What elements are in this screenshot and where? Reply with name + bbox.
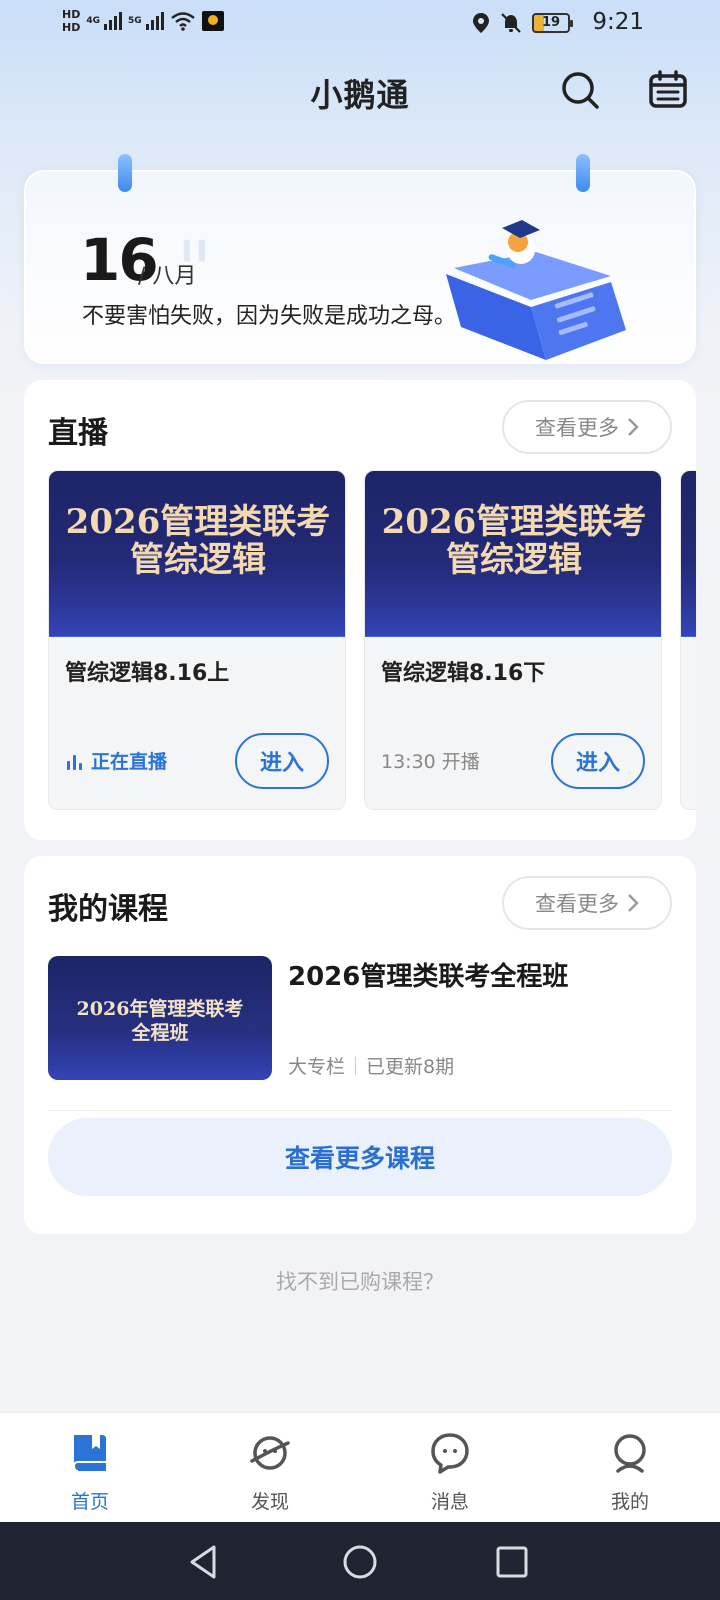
- meta-separator: [355, 1056, 357, 1075]
- live-thumbnail: 2026管理类联考 管综逻辑: [365, 471, 661, 637]
- live-status-text: 正在直播: [91, 751, 168, 773]
- book-illustration-icon: [446, 220, 626, 360]
- tab-profile[interactable]: 我的: [540, 1413, 720, 1523]
- app-title: 小鹅通: [310, 76, 410, 114]
- live-thumbnail: 2026管理类联考 管综逻辑: [49, 471, 345, 637]
- course-type: 大专栏: [288, 1056, 346, 1078]
- live-more-button[interactable]: 查看更多: [502, 400, 672, 454]
- hd-label-1: HD: [62, 8, 81, 21]
- status-left: HD HD 4G 5G: [62, 8, 224, 34]
- profile-icon: [614, 1434, 646, 1473]
- network-type-2: 5G: [128, 16, 142, 26]
- thumb-title-line2: 管综逻辑: [130, 540, 266, 580]
- tab-discover[interactable]: 发现: [180, 1413, 360, 1523]
- thumb-title-line1: 2026管理类联考: [381, 502, 647, 542]
- live-status-text: 13:30 开播: [381, 751, 480, 773]
- tab-home[interactable]: 首页: [0, 1413, 180, 1523]
- home-book-icon: [72, 1435, 106, 1472]
- courses-section-title: 我的课程: [48, 892, 168, 927]
- hd-label-2: HD: [62, 21, 81, 34]
- live-carousel[interactable]: 2026管理类联考 管综逻辑 管综逻辑8.16上 正在直播 进入 2026管理类…: [48, 470, 696, 810]
- course-meta: 大专栏 已更新8期: [288, 1052, 454, 1079]
- banner-pin-left: [118, 154, 132, 192]
- clock: 9:21: [592, 9, 644, 35]
- course-thumbnail[interactable]: 2026年管理类联考 全程班: [48, 956, 272, 1080]
- course-thumb-line1: 2026年管理类联考: [76, 998, 244, 1020]
- live-thumbnail: [681, 471, 696, 637]
- daily-quote: 不要害怕失败，因为失败是成功之母。: [82, 304, 457, 329]
- back-icon[interactable]: [184, 1542, 224, 1582]
- live-item[interactable]: 2026管理类联考 管综逻辑 管综逻辑8.16下 13:30 开播 进入: [364, 470, 662, 810]
- recents-square-icon[interactable]: [492, 1542, 532, 1582]
- tab-label: 消息: [430, 1491, 469, 1513]
- my-courses-section: 我的课程 查看更多 2026年管理类联考 全程班 2026管理类联考全程班 大专…: [24, 856, 696, 1234]
- home-circle-icon[interactable]: [340, 1542, 380, 1582]
- hd-indicator: HD HD: [62, 8, 80, 34]
- more-courses-button[interactable]: 查看更多课程: [48, 1118, 672, 1196]
- status-right: 19: [472, 12, 573, 34]
- live-status: 13:30 开播: [381, 747, 480, 774]
- signal-icon-2: [145, 12, 164, 30]
- thumb-title-line1: 2026管理类联考: [65, 502, 331, 542]
- thumb-title-line2: 管综逻辑: [446, 540, 582, 580]
- live-section: 直播 查看更多 2026管理类联考 管综逻辑 管综逻辑8.16上 正在直播 进入: [24, 380, 696, 840]
- bottom-tab-bar: 首页 发现 消息 我的: [0, 1412, 720, 1522]
- courses-more-label: 查看更多: [535, 892, 619, 916]
- search-icon[interactable]: [560, 70, 600, 110]
- enter-button[interactable]: 进入: [235, 733, 329, 789]
- tab-label: 发现: [250, 1491, 289, 1513]
- tab-label: 首页: [70, 1491, 109, 1513]
- live-section-title: 直播: [48, 416, 108, 451]
- location-icon: [473, 13, 489, 33]
- app-notification-icon: [201, 11, 224, 31]
- system-navigation-bar: [0, 1522, 720, 1600]
- live-status: 正在直播: [65, 747, 167, 774]
- course-updates: 已更新8期: [366, 1056, 455, 1078]
- divider: [48, 1110, 672, 1111]
- live-more-label: 查看更多: [535, 416, 619, 440]
- live-item[interactable]: 2026管理类联考 管综逻辑 管综逻辑8.16上 正在直播 进入: [48, 470, 346, 810]
- calendar-icon[interactable]: [648, 70, 688, 110]
- daily-quote-banner: " 16 / 八月 不要害怕失败，因为失败是成功之母。: [24, 170, 696, 364]
- status-bar: HD HD 4G 5G 19 9:21: [0, 0, 720, 50]
- chat-icon: [431, 1433, 469, 1474]
- live-bars-icon: [67, 754, 82, 770]
- live-item-name: 管综逻辑8.16上: [65, 661, 230, 686]
- chevron-right-icon: [628, 894, 639, 912]
- mute-bell-icon: [501, 13, 521, 33]
- live-item-name: 管综逻辑8.16下: [381, 661, 546, 686]
- course-title[interactable]: 2026管理类联考全程班: [288, 956, 568, 993]
- signal-icon: [104, 12, 122, 30]
- network-type-1: 4G: [86, 16, 100, 26]
- chevron-right-icon: [628, 418, 639, 436]
- enter-button[interactable]: 进入: [551, 733, 645, 789]
- banner-pin-right: [576, 154, 590, 192]
- battery-icon: 19: [532, 13, 573, 33]
- course-thumb-line2: 全程班: [131, 1022, 189, 1044]
- courses-more-button[interactable]: 查看更多: [502, 876, 672, 930]
- tab-label: 我的: [610, 1491, 649, 1513]
- purchased-course-not-found-link[interactable]: 找不到已购课程？: [0, 1266, 720, 1296]
- live-item-partial[interactable]: [680, 470, 696, 810]
- date-month: / 八月: [138, 264, 197, 289]
- wifi-icon: [170, 12, 195, 31]
- planet-icon: [250, 1436, 290, 1470]
- tab-messages[interactable]: 消息: [360, 1413, 540, 1523]
